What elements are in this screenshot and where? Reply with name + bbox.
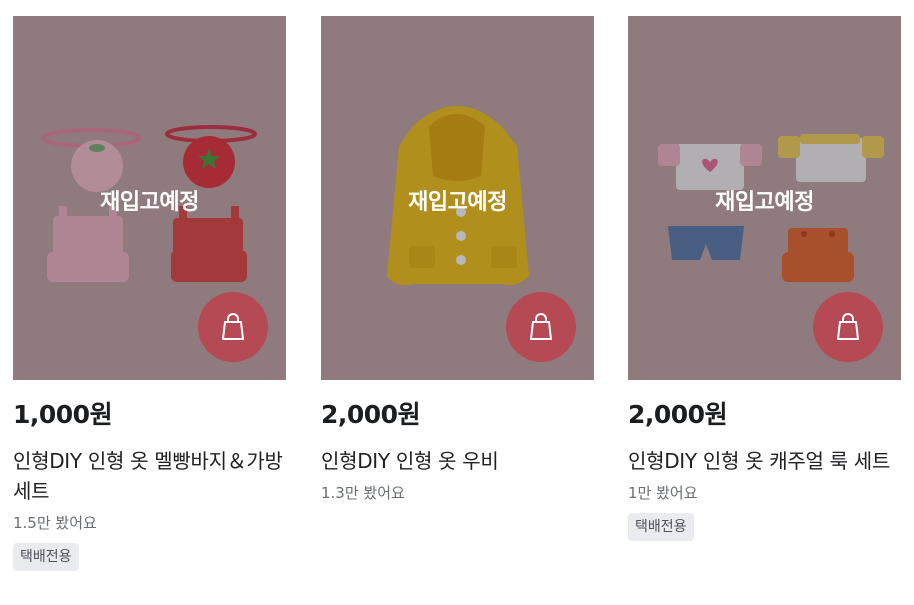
view-count: 1.3만 봤어요	[321, 484, 405, 502]
product-price: 2,000원	[321, 400, 421, 429]
delivery-only-badge: 택배전용	[13, 543, 79, 571]
product-card[interactable]: 재입고예정 2,000원 인형DIY 인형 옷 우비 1.3만 봤어요	[321, 16, 594, 504]
product-title[interactable]: 인형DIY 인형 옷 우비	[321, 446, 594, 476]
product-title[interactable]: 인형DIY 인형 옷 멜빵바지＆가방 세트	[13, 446, 286, 506]
add-to-cart-button[interactable]	[506, 292, 576, 362]
add-to-cart-button[interactable]	[813, 292, 883, 362]
view-count: 1.5만 봤어요	[13, 514, 97, 532]
restock-label: 재입고예정	[100, 190, 199, 215]
shopping-bag-icon	[530, 313, 552, 340]
product-card[interactable]: 재입고예정 2,000원 인형DIY 인형 옷 캐주얼 룩 세트 1만 봤어요 …	[628, 16, 901, 541]
product-title[interactable]: 인형DIY 인형 옷 캐주얼 룩 세트	[628, 446, 901, 476]
product-price: 1,000원	[13, 400, 113, 429]
product-image[interactable]: 재입고예정	[321, 16, 594, 380]
product-card[interactable]: 재입고예정 1,000원 인형DIY 인형 옷 멜빵바지＆가방 세트 1.5만 …	[13, 16, 286, 571]
product-price: 2,000원	[628, 400, 728, 429]
delivery-only-badge: 택배전용	[628, 513, 694, 541]
add-to-cart-button[interactable]	[198, 292, 268, 362]
view-count: 1만 봤어요	[628, 484, 698, 502]
product-image[interactable]: 재입고예정	[628, 16, 901, 380]
restock-label: 재입고예정	[715, 190, 814, 215]
restock-label: 재입고예정	[408, 190, 507, 215]
shopping-bag-icon	[222, 313, 244, 340]
product-image[interactable]: 재입고예정	[13, 16, 286, 380]
shopping-bag-icon	[837, 313, 859, 340]
